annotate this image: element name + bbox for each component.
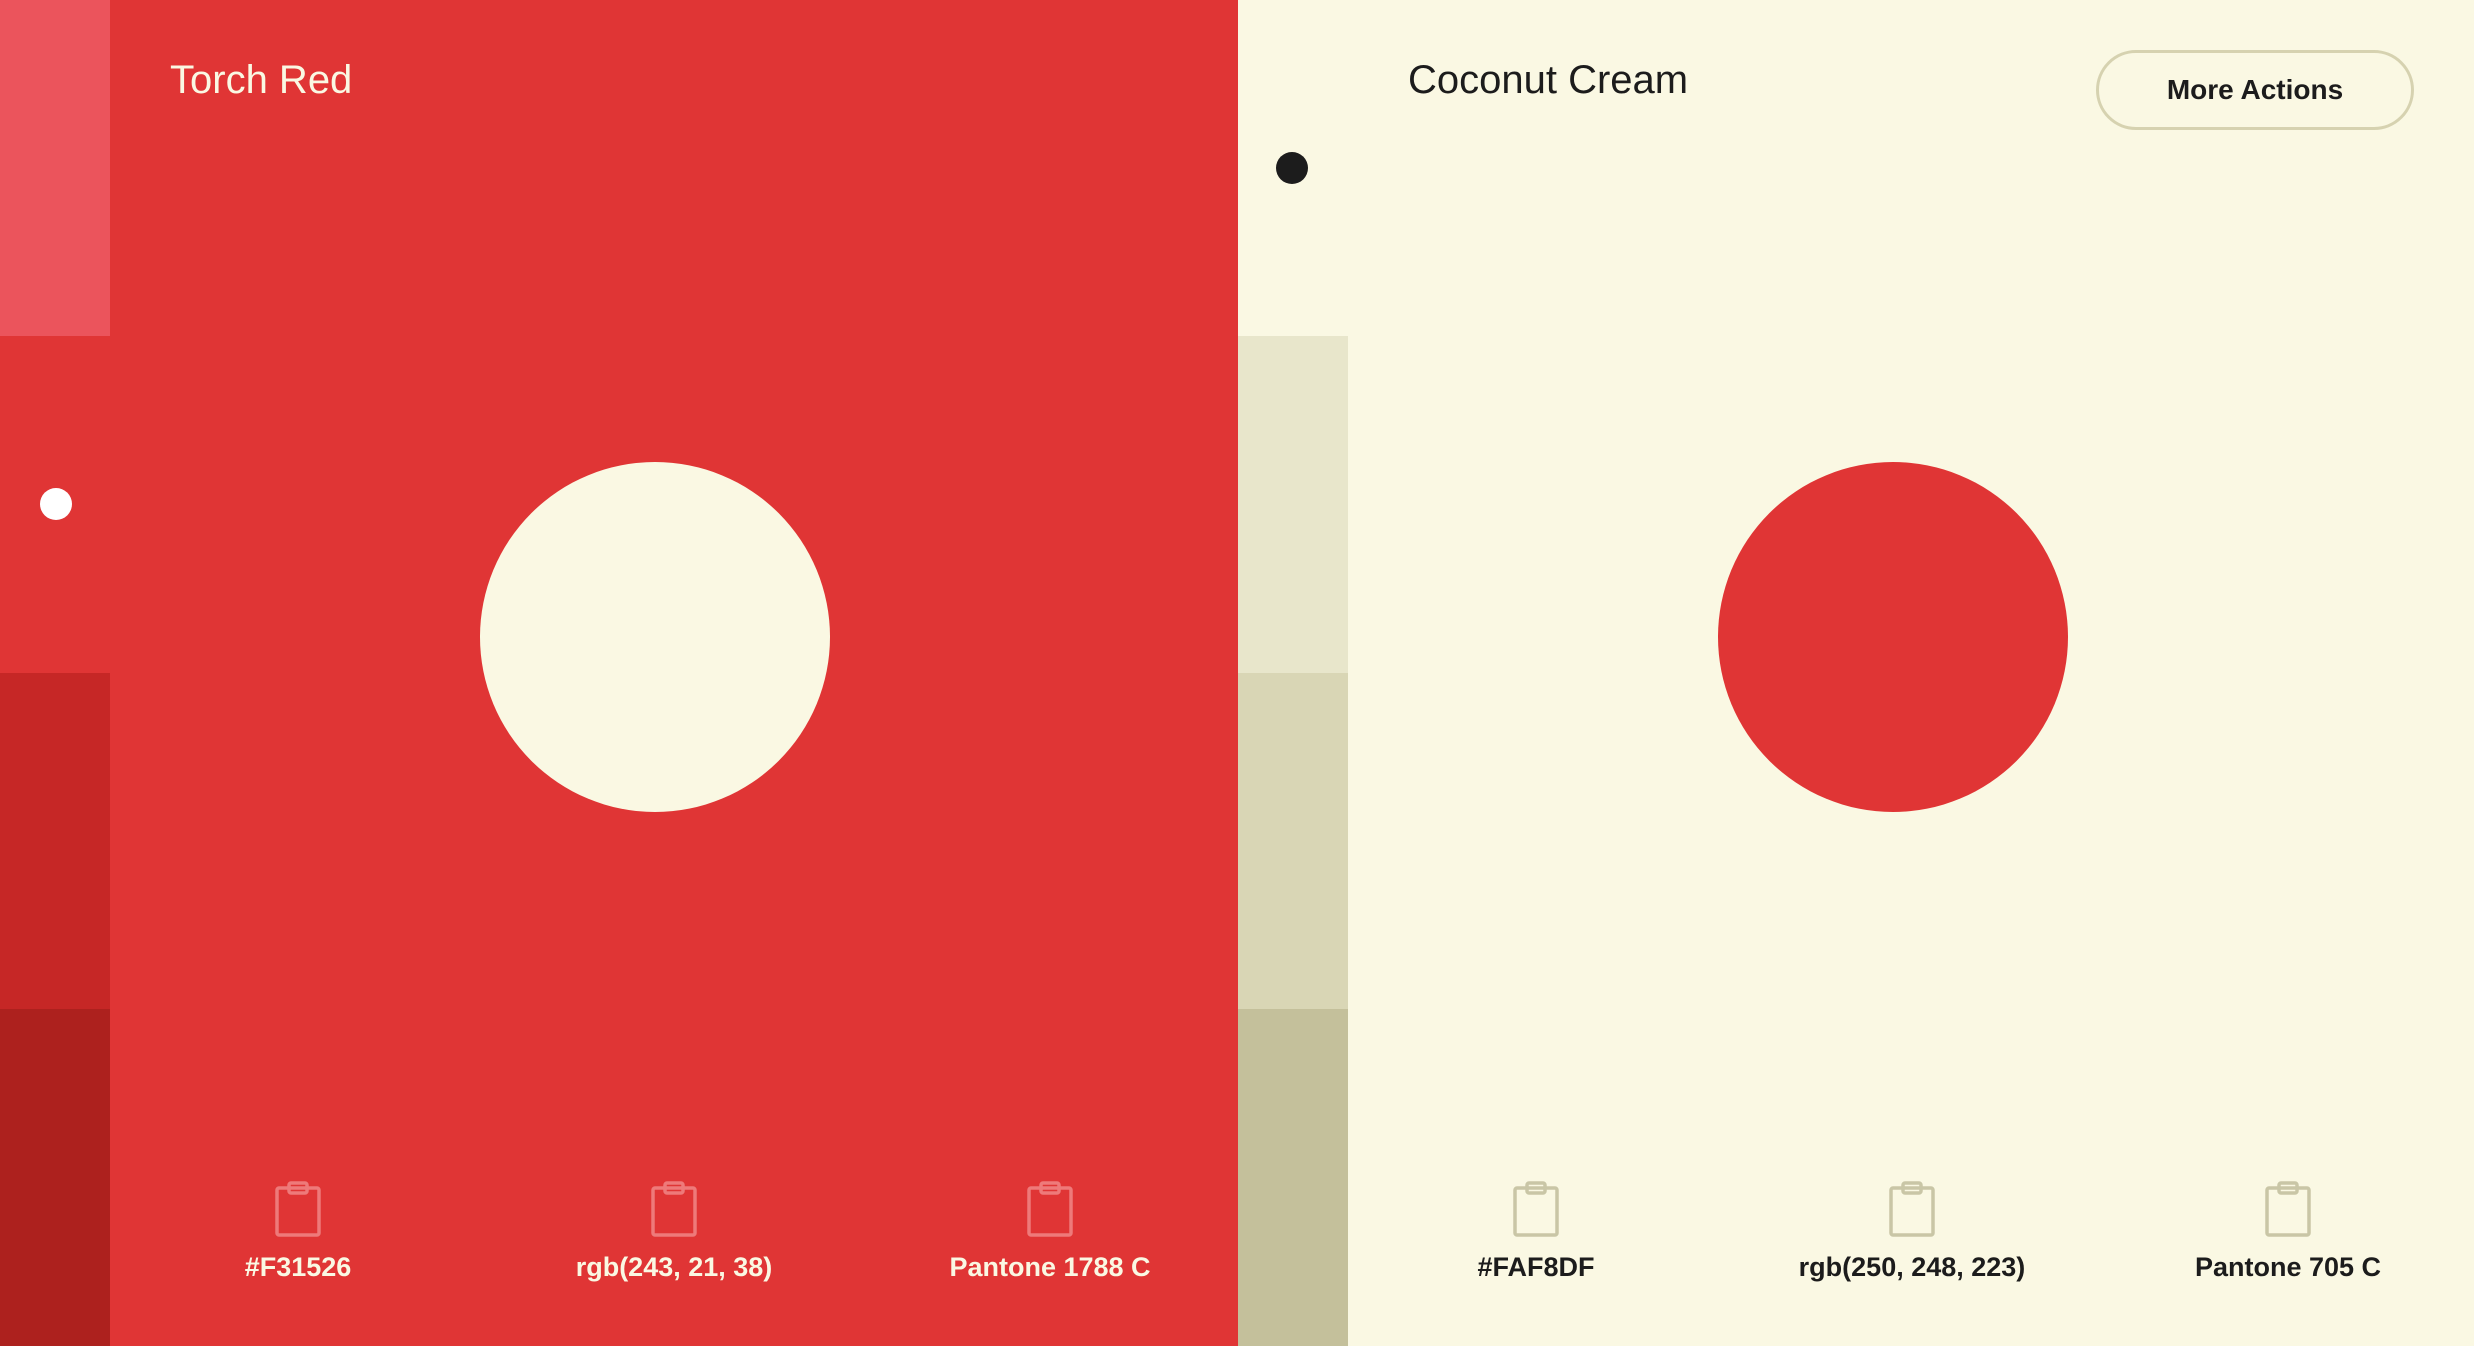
copy-rgb-button[interactable]: rgb(250, 248, 223) [1752,1180,2072,1283]
color-codes: #FAF8DF rgb(250, 248, 223) Pantone 705 C [1348,1180,2474,1300]
color-codes: #F31526 rgb(243, 21, 38) Pantone 1788 C [110,1180,1238,1300]
shade-swatch-darkest[interactable] [1238,1009,1348,1346]
shade-strip [1238,0,1348,1346]
color-panel-torch-red: Torch Red #F31526 rgb(243, 21, 38) Panto… [0,0,1238,1346]
shade-swatch-darker[interactable] [0,1009,110,1346]
clipboard-icon [1027,1181,1073,1237]
clipboard-icon [2265,1181,2311,1237]
clipboard-icon [1889,1181,1935,1237]
shade-swatch-lighter[interactable] [0,0,110,336]
palette-page: Torch Red #F31526 rgb(243, 21, 38) Panto… [0,0,2474,1346]
more-actions-button[interactable]: More Actions [2096,50,2414,130]
hex-code: #FAF8DF [1477,1252,1595,1282]
contrast-circle [1718,462,2068,812]
shade-strip [0,0,110,1346]
pantone-code: Pantone 1788 C [949,1252,1151,1282]
pantone-code: Pantone 705 C [2194,1252,2382,1282]
copy-pantone-button[interactable]: Pantone 705 C [2128,1180,2448,1283]
clipboard-icon [651,1181,697,1237]
copy-pantone-button[interactable]: Pantone 1788 C [890,1180,1210,1283]
shade-swatch-darker[interactable] [1238,673,1348,1009]
color-preview-area: Torch Red #F31526 rgb(243, 21, 38) Panto… [110,0,1238,1346]
rgb-code: rgb(243, 21, 38) [575,1252,773,1282]
shade-swatch-dark[interactable] [1238,336,1348,673]
color-name: Coconut Cream [1408,58,1689,102]
selected-shade-indicator [1276,152,1308,184]
shade-swatch-dark[interactable] [0,673,110,1009]
clipboard-icon [275,1181,321,1237]
hex-code: #F31526 [244,1252,352,1282]
clipboard-icon [1513,1181,1559,1237]
color-name: Torch Red [170,58,353,102]
contrast-circle [480,462,830,812]
copy-hex-button[interactable]: #F31526 [138,1180,458,1283]
selected-shade-indicator [40,488,72,520]
copy-hex-button[interactable]: #FAF8DF [1376,1180,1696,1283]
color-preview-area: Coconut Cream More Actions #FAF8DF rgb(2… [1348,0,2474,1346]
color-panel-coconut-cream: Coconut Cream More Actions #FAF8DF rgb(2… [1238,0,2474,1346]
copy-rgb-button[interactable]: rgb(243, 21, 38) [514,1180,834,1283]
rgb-code: rgb(250, 248, 223) [1798,1252,2026,1282]
